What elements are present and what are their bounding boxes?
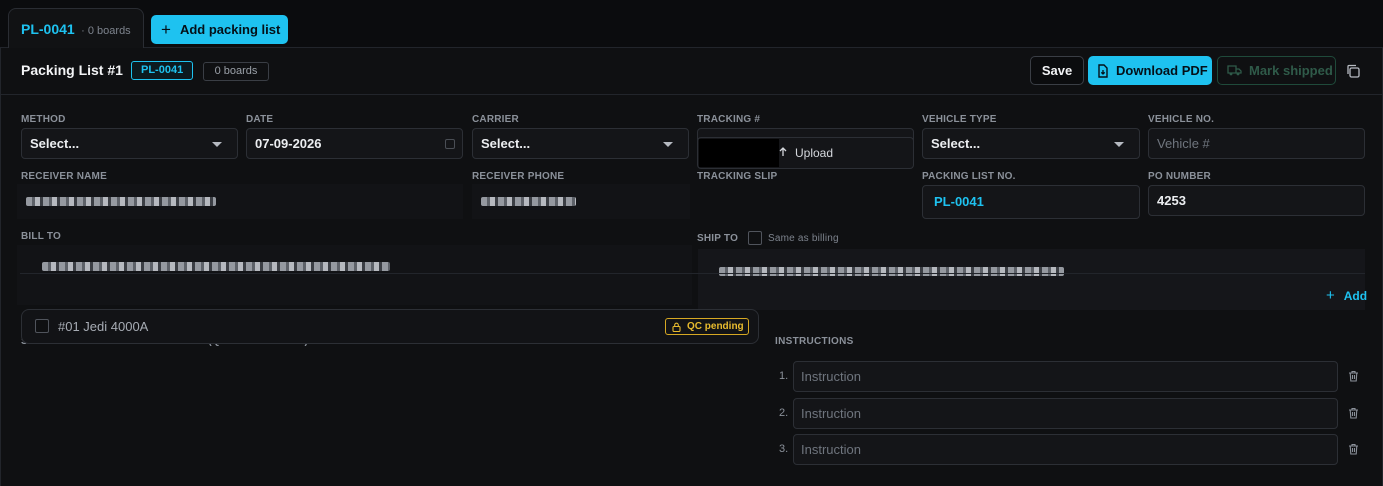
instruction-input[interactable]: Instruction <box>793 398 1338 429</box>
ship-to-label: SHIP TO <box>697 233 739 244</box>
instruction-number: 2. <box>779 407 789 419</box>
status-badge: QC pending <box>665 318 749 335</box>
bill-to-label: BILL TO <box>21 231 61 242</box>
method-value: Select... <box>30 136 80 151</box>
add-packing-list-button[interactable]: + Add packing list <box>151 15 288 44</box>
vehicle-type-value: Select... <box>931 136 981 151</box>
date-label: DATE <box>246 114 274 125</box>
vehicle-no-label: VEHICLE NO. <box>1148 114 1215 125</box>
date-input[interactable]: 07-09-2026 <box>246 128 463 159</box>
chevron-down-icon <box>663 142 673 147</box>
packing-list-no-input[interactable]: PL-0041 <box>922 185 1140 219</box>
vehicle-no-input[interactable]: Vehicle # <box>1148 128 1365 159</box>
tracking-slip-upload[interactable]: Upload <box>697 137 914 169</box>
mark-shipped-label: Mark shipped <box>1249 63 1333 78</box>
chevron-down-icon <box>1114 142 1124 147</box>
same-as-billing-label: Same as billing <box>768 233 839 244</box>
calendar-icon[interactable] <box>445 139 455 149</box>
mark-shipped-button[interactable]: Mark shipped <box>1217 56 1336 85</box>
add-instruction-label: Add <box>1343 288 1368 303</box>
instruction-input[interactable]: Instruction <box>793 361 1338 392</box>
method-select[interactable]: Select... <box>21 128 238 159</box>
carrier-select[interactable]: Select... <box>472 128 689 159</box>
receiver-phone-input[interactable] <box>472 184 690 219</box>
receiver-name-label: RECEIVER NAME <box>21 171 107 182</box>
file-preview <box>699 139 779 167</box>
save-button[interactable]: Save <box>1030 56 1084 85</box>
plus-icon: + <box>1326 287 1335 304</box>
ship-to-textarea[interactable] <box>698 249 1365 310</box>
chevron-down-icon <box>212 142 222 147</box>
plus-icon: + <box>161 20 171 39</box>
instruction-number: 1. <box>779 370 789 382</box>
redacted-text <box>719 267 1064 276</box>
section-divider <box>20 273 1365 274</box>
carrier-label: CARRIER <box>472 114 519 125</box>
trash-icon[interactable] <box>1348 407 1359 419</box>
truck-icon <box>1227 65 1242 76</box>
qc-status-label: QC pending <box>687 321 744 332</box>
upload-icon <box>779 147 787 156</box>
carrier-value: Select... <box>481 136 531 151</box>
vehicle-type-select[interactable]: Select... <box>922 128 1140 159</box>
date-value: 07-09-2026 <box>255 136 322 151</box>
trash-icon[interactable] <box>1348 443 1359 455</box>
instruction-number: 3. <box>779 443 789 455</box>
instruction-input[interactable]: Instruction <box>793 434 1338 465</box>
vehicle-type-label: VEHICLE TYPE <box>922 114 997 125</box>
download-pdf-label: Download PDF <box>1116 63 1208 78</box>
list-item[interactable]: #01 Jedi 4000A QC pending <box>21 309 759 344</box>
upload-button-label: Upload <box>795 146 834 160</box>
tab-board-count: · 0 boards <box>81 25 131 37</box>
code-badge: PL-0041 <box>131 61 194 80</box>
panel-header: Packing List #1 PL-0041 0 boards Save Do… <box>1 48 1382 95</box>
board-count-badge: 0 boards <box>203 62 269 81</box>
trash-icon[interactable] <box>1348 370 1359 382</box>
tab-bar: PL-0041 · 0 boards + Add packing list <box>0 0 1383 49</box>
same-as-billing-checkbox[interactable] <box>748 231 762 245</box>
po-number-input[interactable]: 4253 <box>1148 185 1365 216</box>
copy-icon[interactable] <box>1346 64 1360 78</box>
packing-list-no-label: PACKING LIST NO. <box>922 171 1016 182</box>
switchboard-checkbox[interactable] <box>35 319 49 333</box>
add-packing-list-label: Add packing list <box>179 22 281 37</box>
receiver-name-input[interactable] <box>17 184 463 219</box>
tracking-label: TRACKING # <box>697 114 761 125</box>
method-label: METHOD <box>21 114 66 125</box>
download-pdf-button[interactable]: Download PDF <box>1088 56 1212 85</box>
switchboard-name: #01 Jedi 4000A <box>58 319 149 334</box>
redacted-text <box>26 197 216 206</box>
file-download-icon <box>1098 63 1108 78</box>
lock-icon <box>672 322 681 332</box>
redacted-text <box>481 197 576 206</box>
tab-packing-list[interactable]: PL-0041 · 0 boards <box>8 8 144 49</box>
bill-to-textarea[interactable] <box>17 245 692 305</box>
tab-code: PL-0041 <box>21 21 75 37</box>
po-number-label: PO NUMBER <box>1148 171 1211 182</box>
page-title: Packing List #1 <box>21 62 123 78</box>
tracking-slip-label: TRACKING SLIP <box>697 171 778 182</box>
receiver-phone-label: RECEIVER PHONE <box>472 171 565 182</box>
instructions-title: INSTRUCTIONS <box>775 336 854 347</box>
add-instruction-button[interactable]: + Add <box>1326 287 1367 304</box>
redacted-text <box>42 262 390 271</box>
